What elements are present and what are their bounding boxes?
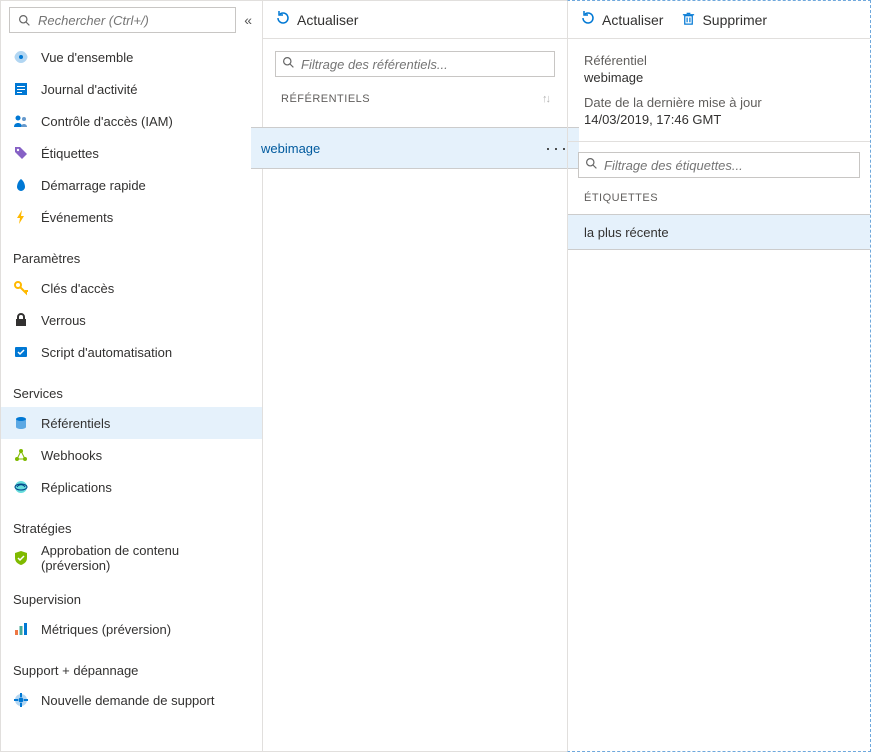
sidebar-section-header: Paramètres (1, 233, 262, 272)
sidebar-item-label: Webhooks (41, 448, 102, 463)
repositories-filter-input[interactable] (301, 57, 548, 72)
sidebar-item-label: Événements (41, 210, 113, 225)
repository-row-menu-button[interactable]: ··· (545, 138, 569, 159)
support-icon (13, 692, 29, 708)
delete-icon (681, 11, 696, 29)
sidebar-item-label: Démarrage rapide (41, 178, 146, 193)
tags-icon (13, 145, 29, 161)
delete-label: Supprimer (702, 12, 767, 28)
sidebar-item-label: Étiquettes (41, 146, 99, 161)
sidebar-search-row: « (1, 7, 262, 41)
tag-value: la plus récente (584, 225, 669, 240)
sidebar-item-verrous[interactable]: Verrous (1, 304, 262, 336)
sidebar-item-script-d-automatisation[interactable]: Script d'automatisation (1, 336, 262, 368)
detail-toolbar: Actualiser Supprimer (568, 1, 870, 39)
sidebar-item-nouvelle-demande-de-support[interactable]: Nouvelle demande de support (1, 684, 262, 716)
sidebar-search-input[interactable] (38, 13, 229, 28)
sidebar-section-header: Services (1, 368, 262, 407)
sidebar-item-cl-s-d-acc-s[interactable]: Clés d'accès (1, 272, 262, 304)
sidebar-item-r-f-rentiels[interactable]: Référentiels (1, 407, 262, 439)
sidebar-item-label: Vue d'ensemble (41, 50, 133, 65)
repositories-toolbar: Actualiser (263, 1, 567, 39)
sidebar-item-label: Réplications (41, 480, 112, 495)
activity-log-icon (13, 81, 29, 97)
sidebar-item-label: Métriques (préversion) (41, 622, 171, 637)
repository-row[interactable]: webimage ··· (251, 127, 579, 169)
sidebar-collapse-button[interactable]: « (242, 10, 254, 30)
refresh-label: Actualiser (297, 12, 358, 28)
repositories-icon (13, 415, 29, 431)
repository-detail-panel: Actualiser Supprimer Référentiel webimag… (567, 0, 871, 752)
tags-column-header: ÉTIQUETTES (568, 178, 870, 214)
updated-value: 14/03/2019, 17:46 GMT (584, 112, 854, 127)
keys-icon (13, 280, 29, 296)
repo-label: Référentiel (584, 53, 854, 68)
updated-label: Date de la dernière mise à jour (584, 95, 854, 110)
repositories-panel: Actualiser RÉFÉRENTIELS ↑↓ webimage ··· (263, 0, 567, 752)
sidebar-item-label: Verrous (41, 313, 86, 328)
replications-icon (13, 479, 29, 495)
overview-icon (13, 49, 29, 65)
sidebar-item-r-plications[interactable]: Réplications (1, 471, 262, 503)
refresh-label: Actualiser (602, 12, 663, 28)
search-icon (282, 56, 295, 72)
webhooks-icon (13, 447, 29, 463)
sidebar-item-vue-d-ensemble[interactable]: Vue d'ensemble (1, 41, 262, 73)
sidebar-section-header: Support + dépannage (1, 645, 262, 684)
sidebar-search-box[interactable] (9, 7, 236, 33)
repository-meta: Référentiel webimage Date de la dernière… (568, 39, 870, 142)
search-icon (585, 157, 598, 173)
sidebar-item-approbation-de-contenu-pr-version-[interactable]: Approbation de contenu (préversion) (1, 542, 262, 574)
sidebar-item-label: Référentiels (41, 416, 110, 431)
search-icon (16, 12, 32, 28)
iam-icon (13, 113, 29, 129)
sidebar-item-label: Journal d'activité (41, 82, 137, 97)
repo-value: webimage (584, 70, 854, 85)
sidebar-item-contr-le-d-acc-s-iam-[interactable]: Contrôle d'accès (IAM) (1, 105, 262, 137)
refresh-icon (275, 10, 291, 29)
shield-icon (13, 550, 29, 566)
refresh-button[interactable]: Actualiser (580, 10, 663, 29)
events-icon (13, 209, 29, 225)
sidebar-item-webhooks[interactable]: Webhooks (1, 439, 262, 471)
quickstart-icon (13, 177, 29, 193)
sidebar-section-header: Stratégies (1, 503, 262, 542)
sidebar-item-d-marrage-rapide[interactable]: Démarrage rapide (1, 169, 262, 201)
refresh-icon (580, 10, 596, 29)
sidebar-item-m-triques-pr-version-[interactable]: Métriques (préversion) (1, 613, 262, 645)
sidebar-item--v-nements[interactable]: Événements (1, 201, 262, 233)
repository-name: webimage (261, 141, 320, 156)
delete-button[interactable]: Supprimer (681, 11, 767, 29)
sidebar-item-journal-d-activit-[interactable]: Journal d'activité (1, 73, 262, 105)
sidebar-item-label: Contrôle d'accès (IAM) (41, 114, 173, 129)
sidebar-section-header: Supervision (1, 574, 262, 613)
refresh-button[interactable]: Actualiser (275, 10, 358, 29)
repositories-column-header[interactable]: RÉFÉRENTIELS ↑↓ (275, 77, 555, 115)
tags-filter-input[interactable] (604, 158, 853, 173)
sidebar-item--tiquettes[interactable]: Étiquettes (1, 137, 262, 169)
sidebar-item-label: Nouvelle demande de support (41, 693, 214, 708)
sidebar-item-label: Script d'automatisation (41, 345, 172, 360)
tag-row[interactable]: la plus récente (568, 214, 870, 250)
automation-icon (13, 344, 29, 360)
repositories-filter-box[interactable] (275, 51, 555, 77)
sidebar-item-label: Clés d'accès (41, 281, 114, 296)
sort-icon: ↑↓ (542, 93, 549, 105)
metrics-icon (13, 621, 29, 637)
locks-icon (13, 312, 29, 328)
tags-filter-box[interactable] (578, 152, 860, 178)
sidebar-item-label: Approbation de contenu (préversion) (41, 543, 250, 573)
sidebar-nav: « Vue d'ensemble Journal d'activité Contrô… (0, 0, 263, 752)
